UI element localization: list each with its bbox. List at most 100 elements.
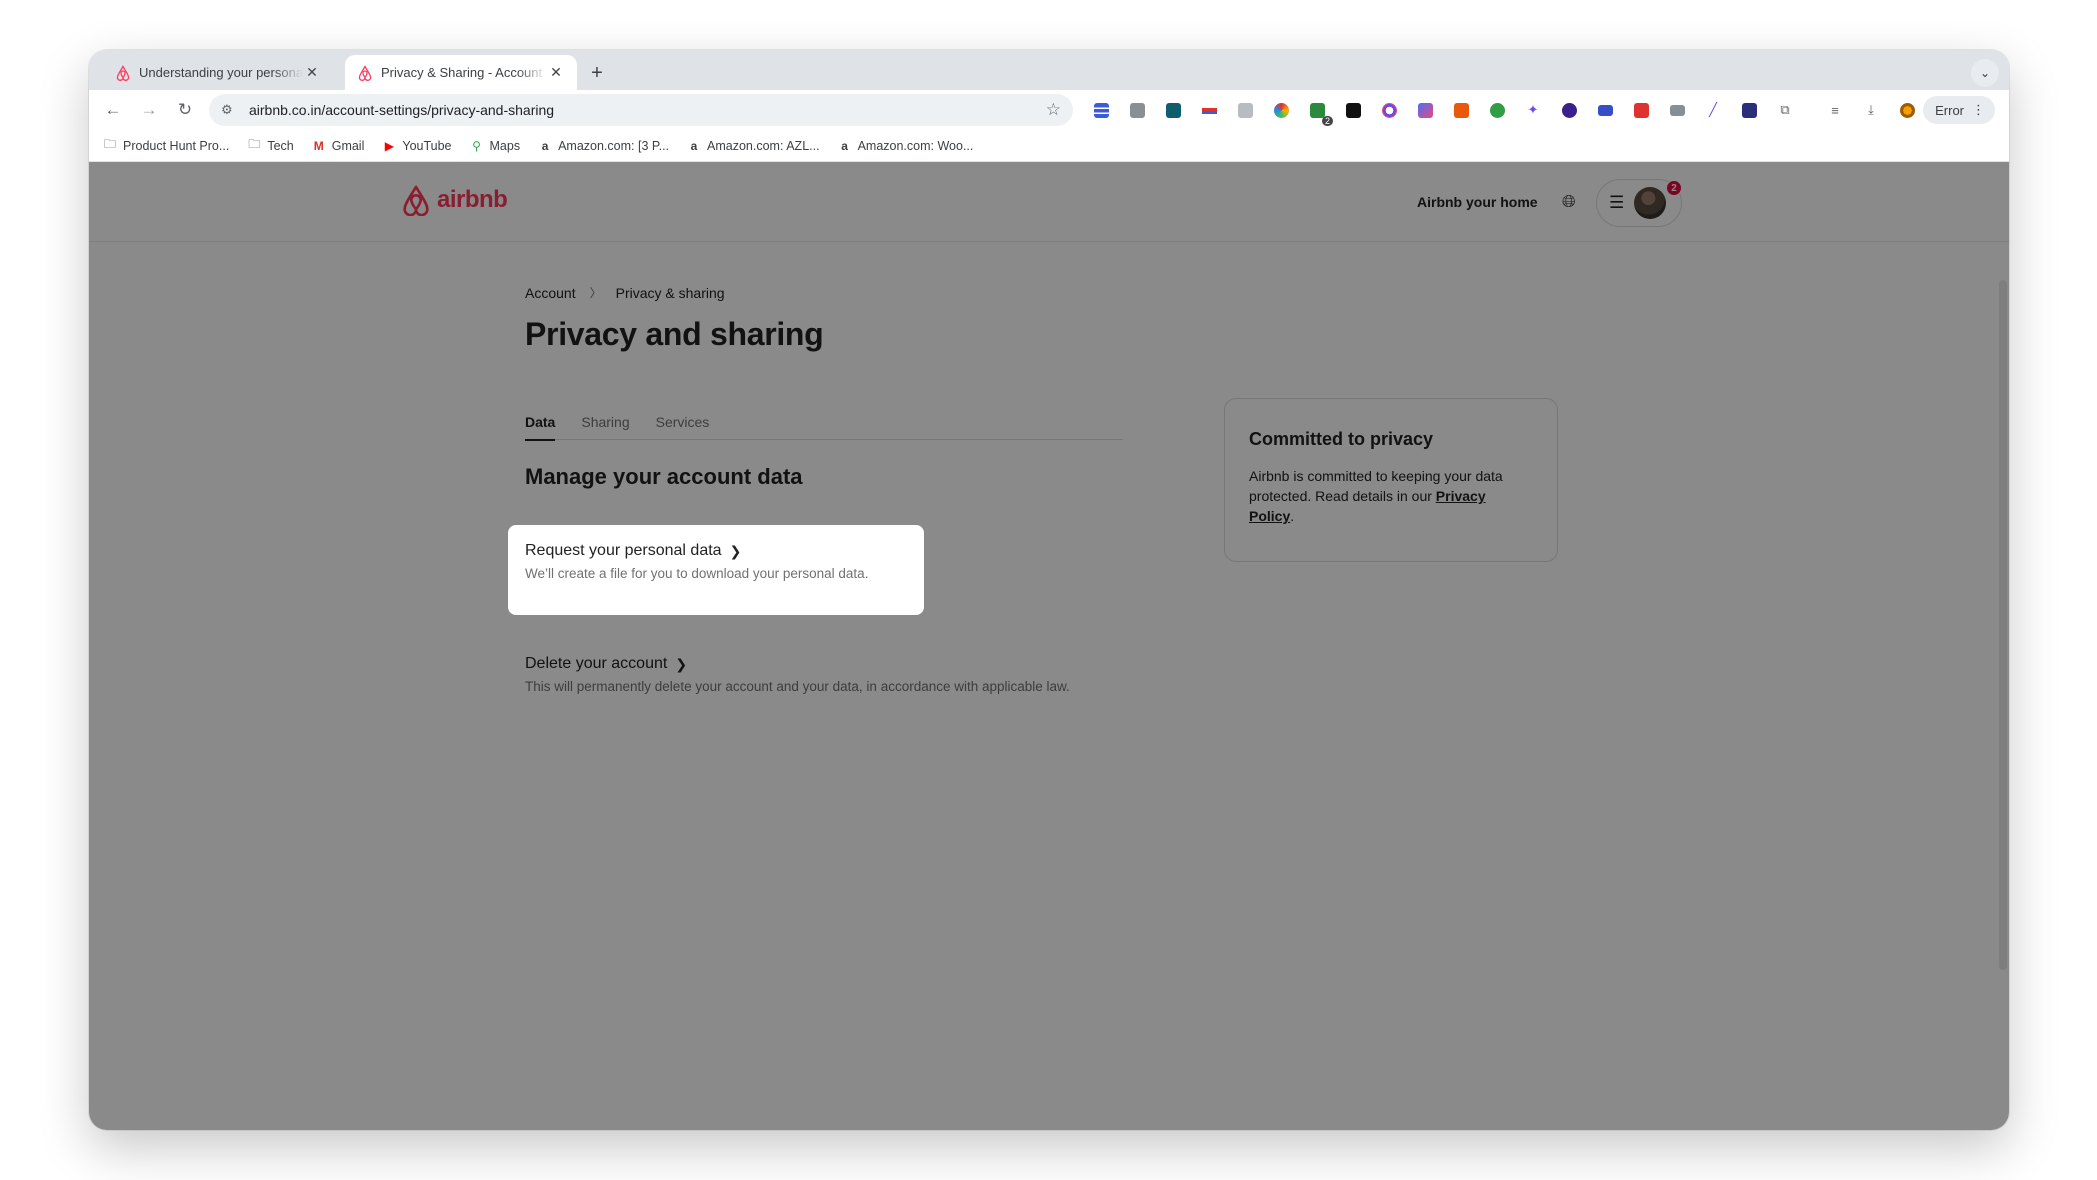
airbnb-your-home-link[interactable]: Airbnb your home bbox=[1417, 194, 1538, 210]
close-icon[interactable]: ✕ bbox=[303, 64, 321, 82]
delete-account-description: This will permanently delete your accoun… bbox=[525, 679, 1070, 694]
tab-strip: Understanding your personal ✕ Privacy & … bbox=[89, 50, 2009, 90]
reading-list-icon[interactable]: ≡ bbox=[1823, 98, 1847, 122]
folder-icon: 🗀 bbox=[248, 137, 261, 151]
dim-overlay bbox=[89, 162, 2009, 1130]
download-icon[interactable]: ⤓ bbox=[1859, 98, 1883, 122]
tab-sharing[interactable]: Sharing bbox=[581, 402, 629, 440]
folder-icon: 🗀 bbox=[103, 137, 116, 151]
extension-screen-icon[interactable] bbox=[1593, 98, 1617, 122]
bookmark-label: Gmail bbox=[331, 138, 365, 153]
browser-toolbar: ← → ↻ ⚙ airbnb.co.in/account-settings/pr… bbox=[89, 90, 2009, 130]
bookmark-label: Amazon.com: AZL... bbox=[707, 138, 820, 153]
amazon-icon: a bbox=[690, 138, 698, 153]
extension-color-wheel-icon[interactable] bbox=[1269, 98, 1293, 122]
close-icon[interactable]: ✕ bbox=[547, 64, 565, 82]
error-label: Error bbox=[1935, 102, 1964, 118]
airbnb-logo-icon bbox=[403, 185, 429, 216]
extension-flag-icon[interactable] bbox=[1197, 98, 1221, 122]
airbnb-logo[interactable]: airbnb bbox=[401, 184, 508, 216]
bookmark-tech[interactable]: 🗀 Tech bbox=[247, 135, 293, 156]
bookmark-amazon-2[interactable]: a Amazon.com: AZL... bbox=[687, 139, 820, 153]
page-content: airbnb Airbnb your home 🌐︎ ☰ 2 Account 〉… bbox=[89, 162, 2009, 1130]
notification-badge: 2 bbox=[1666, 180, 1682, 196]
more-vertical-icon: ⋮ bbox=[1972, 102, 1985, 117]
amazon-icon: a bbox=[841, 138, 848, 153]
extension-ring-icon[interactable] bbox=[1377, 98, 1401, 122]
request-personal-data-title: Request your personal data bbox=[525, 542, 722, 559]
breadcrumb-account[interactable]: Account bbox=[525, 285, 576, 301]
address-bar[interactable]: ⚙ airbnb.co.in/account-settings/privacy-… bbox=[209, 94, 1073, 126]
extension-red-square-icon[interactable] bbox=[1449, 98, 1473, 122]
back-arrow-icon[interactable]: ← bbox=[99, 96, 127, 124]
extension-k-icon[interactable] bbox=[1233, 98, 1257, 122]
browser-tab-understanding[interactable]: Understanding your personal ✕ bbox=[103, 55, 333, 90]
forward-arrow-icon[interactable]: → bbox=[135, 96, 163, 124]
breadcrumb-privacy-sharing: Privacy & sharing bbox=[615, 284, 725, 301]
extensions-puzzle-icon[interactable]: ⧉ bbox=[1773, 98, 1797, 122]
browser-window: Understanding your personal ✕ Privacy & … bbox=[89, 50, 2009, 1130]
tab-services[interactable]: Services bbox=[656, 402, 710, 440]
profile-error-button[interactable]: Error ⋮ bbox=[1923, 96, 1995, 124]
bookmark-label: Maps bbox=[489, 138, 521, 153]
tab-search-chevron-icon[interactable]: ⌄ bbox=[1971, 59, 1999, 87]
extension-download-circle-icon[interactable] bbox=[1557, 98, 1581, 122]
request-personal-data-description: We’ll create a file for you to download … bbox=[525, 566, 869, 581]
avatar bbox=[1634, 187, 1667, 219]
bookmark-amazon-1[interactable]: a Amazon.com: [3 P... bbox=[538, 139, 669, 153]
bookmark-gmail[interactable]: M Gmail bbox=[312, 139, 365, 153]
gmail-icon: M bbox=[313, 138, 324, 153]
page-scrollbar[interactable] bbox=[1999, 280, 2007, 970]
globe-icon[interactable]: 🌐︎ bbox=[1562, 192, 1576, 212]
bookmark-label: Product Hunt Pro... bbox=[123, 138, 230, 153]
delete-account-item[interactable]: Delete your account ❯ This will permanent… bbox=[525, 655, 1070, 694]
tab-title: Privacy & Sharing - Account bbox=[381, 65, 543, 80]
bookmark-label: YouTube bbox=[402, 138, 452, 153]
extension-dark-icon[interactable] bbox=[1341, 98, 1365, 122]
privacy-card-period: . bbox=[1290, 508, 1295, 524]
bookmark-youtube[interactable]: ▶ YouTube bbox=[382, 138, 452, 153]
chevron-right-icon: 〉 bbox=[589, 286, 602, 300]
extension-pen-icon[interactable]: ╱ bbox=[1701, 98, 1725, 122]
chevron-right-icon: ❯ bbox=[675, 655, 688, 672]
airbnb-favicon-icon bbox=[358, 64, 372, 81]
extension-list-icon[interactable] bbox=[1089, 98, 1113, 122]
site-header: airbnb Airbnb your home 🌐︎ ☰ 2 bbox=[89, 162, 2009, 242]
privacy-card: Committed to privacy Airbnb is committed… bbox=[1224, 398, 1558, 562]
site-settings-icon[interactable]: ⚙ bbox=[221, 102, 243, 118]
tab-data[interactable]: Data bbox=[525, 402, 556, 441]
privacy-tabs: Data Sharing Services bbox=[525, 402, 1123, 441]
bookmark-product-hunt[interactable]: 🗀 Product Hunt Pro... bbox=[103, 135, 229, 156]
youtube-icon: ▶ bbox=[384, 138, 394, 153]
browser-tab-privacy[interactable]: Privacy & Sharing - Account ✕ bbox=[345, 55, 577, 90]
extension-sparkle-icon[interactable]: ✦ bbox=[1521, 98, 1545, 122]
logo-text: airbnb bbox=[437, 186, 508, 213]
reload-icon[interactable]: ↻ bbox=[171, 96, 199, 124]
bookmark-star-icon[interactable]: ☆ bbox=[1046, 100, 1061, 120]
section-title: Manage your account data bbox=[525, 464, 803, 489]
extension-house-icon[interactable] bbox=[1665, 98, 1689, 122]
tab-title: Understanding your personal bbox=[139, 65, 303, 80]
extension-photo-icon[interactable] bbox=[1629, 98, 1653, 122]
extension-grammarly-icon[interactable] bbox=[1485, 98, 1509, 122]
new-tab-button[interactable]: + bbox=[583, 59, 611, 87]
extension-badge-icon[interactable]: 2 bbox=[1305, 98, 1333, 126]
amazon-icon: a bbox=[541, 138, 549, 153]
bookmarks-bar: 🗀 Product Hunt Pro... 🗀 Tech M Gmail ▶ YouTu… bbox=[89, 130, 2009, 162]
bookmark-label: Amazon.com: Woo... bbox=[857, 138, 974, 153]
profile-avatar-icon[interactable] bbox=[1895, 98, 1919, 122]
chevron-right-icon: ❯ bbox=[729, 542, 742, 559]
bookmark-maps[interactable]: ⚲ Maps bbox=[470, 138, 521, 153]
extension-window-icon[interactable] bbox=[1413, 98, 1437, 122]
extension-badge: 2 bbox=[1321, 116, 1333, 126]
extension-ia-icon[interactable] bbox=[1737, 98, 1761, 122]
request-personal-data-item[interactable]: Request your personal data ❯ We’ll create… bbox=[508, 525, 924, 615]
privacy-card-body: Airbnb is committed to keeping your data… bbox=[1249, 466, 1533, 526]
bookmark-label: Tech bbox=[267, 138, 294, 153]
url-text[interactable]: airbnb.co.in/account-settings/privacy-an… bbox=[249, 102, 1046, 118]
extension-b-icon[interactable] bbox=[1161, 98, 1185, 122]
bookmark-label: Amazon.com: [3 P... bbox=[558, 138, 670, 153]
hamburger-menu-icon: ☰ bbox=[1609, 193, 1625, 212]
extension-image-icon[interactable] bbox=[1125, 98, 1149, 122]
bookmark-amazon-3[interactable]: a Amazon.com: Woo... bbox=[838, 138, 974, 153]
